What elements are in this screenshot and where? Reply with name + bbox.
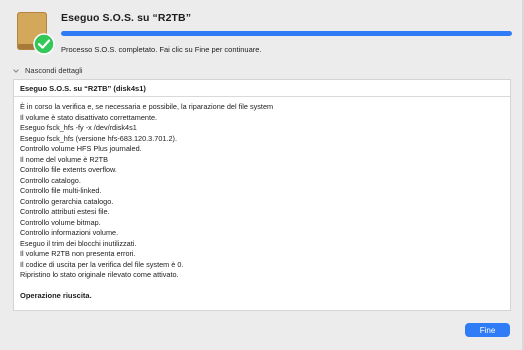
- status-message: Processo S.O.S. completato. Fai clic su …: [61, 45, 262, 54]
- log-title: Eseguo S.O.S. su “R2TB” (disk4s1): [20, 84, 146, 93]
- log-line: Eseguo fsck_hfs -fy -x /dev/rdisk4s1: [20, 123, 137, 132]
- log-line: Controllo volume bitmap.: [20, 217, 101, 227]
- external-drive-icon: [17, 12, 55, 55]
- log-line: È in corso la verifica e, se necessaria …: [20, 102, 274, 111]
- chevron-down-icon: [13, 68, 19, 73]
- log-line: Ripristino lo stato originale rilevato c…: [20, 270, 179, 279]
- log-line: Controllo file extents overflow.: [20, 165, 117, 174]
- log-line: Il codice di uscita per la verifica del …: [20, 259, 184, 269]
- sheet-title: Eseguo S.O.S. su “R2TB”: [61, 12, 192, 24]
- log-lines: È in corso la verifica e, se necessaria …: [20, 102, 504, 281]
- progress-bar: [61, 31, 512, 36]
- log-line: Eseguo il trim dei blocchi inutilizzati.: [20, 238, 137, 248]
- progress-bar-fill: [61, 31, 512, 36]
- log-line: Il volume è stato disattivato correttame…: [20, 112, 158, 122]
- log-divider: [14, 96, 510, 97]
- checkmark-badge-icon: [33, 33, 55, 55]
- log-line: Controllo catalogo.: [20, 175, 81, 185]
- first-aid-sheet: Eseguo S.O.S. su “R2TB” Processo S.O.S. …: [0, 0, 524, 350]
- details-log[interactable]: Eseguo S.O.S. su “R2TB” (disk4s1) È in c…: [13, 79, 511, 311]
- log-line: Controllo attributi estesi file.: [20, 207, 110, 216]
- log-line: Il volume R2TB non presenta errori.: [20, 249, 136, 258]
- log-line: Controllo file multi-linked.: [20, 186, 102, 195]
- hide-details-label: Nascondi dettagli: [25, 66, 83, 75]
- log-line: Controllo volume HFS Plus journaled.: [20, 144, 142, 153]
- log-line: Eseguo fsck_hfs (versione hfs-683.120.3.…: [20, 133, 177, 143]
- log-result: Operazione riuscita.: [20, 291, 92, 300]
- log-line: Il nome del volume è R2TB: [20, 154, 109, 164]
- hide-details-toggle[interactable]: Nascondi dettagli: [13, 66, 83, 75]
- log-line: Controllo informazioni volume.: [20, 228, 119, 237]
- done-button[interactable]: Fine: [465, 323, 510, 337]
- log-line: Controllo gerarchia catalogo.: [20, 196, 114, 206]
